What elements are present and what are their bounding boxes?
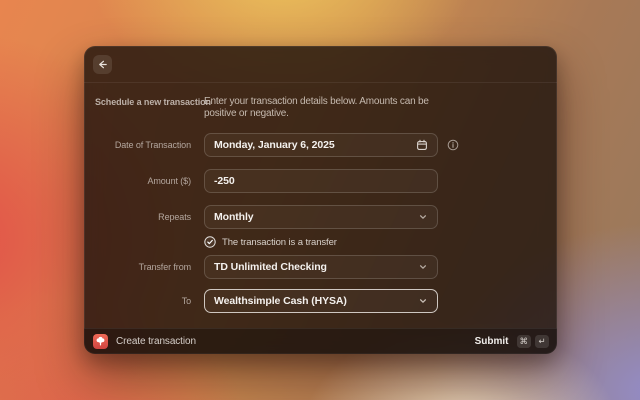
to-dropdown[interactable]: Wealthsimple Cash (HYSA) xyxy=(204,289,438,313)
date-label: Date of Transaction xyxy=(95,140,191,150)
enter-key[interactable]: ↵ xyxy=(535,335,549,348)
intro-row: Schedule a new transaction Enter your tr… xyxy=(95,96,557,120)
cmd-key[interactable]: ⌘ xyxy=(517,335,532,348)
transfer-from-row: Transfer from TD Unlimited Checking xyxy=(95,255,557,279)
form-content: Schedule a new transaction Enter your tr… xyxy=(84,83,557,328)
transfer-from-label: Transfer from xyxy=(95,262,191,272)
date-row: Date of Transaction Monday, January 6, 2… xyxy=(95,133,557,157)
submit-button[interactable]: Submit xyxy=(475,336,509,347)
checkbox-checked-icon xyxy=(204,236,216,248)
form-description: Enter your transaction details below. Am… xyxy=(204,96,438,120)
transfer-from-dropdown[interactable]: TD Unlimited Checking xyxy=(204,255,438,279)
chevron-down-icon xyxy=(418,262,428,272)
action-bar: Create transaction Submit ⌘ ↵ xyxy=(84,328,557,354)
form-title: Schedule a new transaction xyxy=(95,96,191,107)
date-input[interactable]: Monday, January 6, 2025 xyxy=(204,133,438,157)
calendar-icon xyxy=(416,139,428,151)
footer-left: Create transaction xyxy=(93,334,196,349)
info-icon[interactable] xyxy=(447,139,459,151)
amount-row: Amount ($) -250 xyxy=(95,169,557,193)
transfer-from-value: TD Unlimited Checking xyxy=(214,261,418,273)
footer-right: Submit ⌘ ↵ xyxy=(475,335,549,348)
transfer-checkbox-row: The transaction is a transfer xyxy=(95,236,557,248)
chevron-down-icon xyxy=(418,296,428,306)
app-icon xyxy=(93,334,108,349)
amount-value: -250 xyxy=(214,175,428,187)
to-label: To xyxy=(95,296,191,306)
dialog-header xyxy=(84,46,557,83)
to-row: To Wealthsimple Cash (HYSA) xyxy=(95,289,557,313)
transfer-checkbox[interactable]: The transaction is a transfer xyxy=(204,236,438,248)
to-value: Wealthsimple Cash (HYSA) xyxy=(214,295,418,307)
repeats-value: Monthly xyxy=(214,211,418,223)
footer-title: Create transaction xyxy=(116,336,196,347)
date-value: Monday, January 6, 2025 xyxy=(214,139,416,151)
repeats-label: Repeats xyxy=(95,212,191,222)
amount-label: Amount ($) xyxy=(95,176,191,186)
chevron-down-icon xyxy=(418,212,428,222)
arrow-left-icon xyxy=(97,59,108,70)
back-button[interactable] xyxy=(93,55,112,74)
transaction-dialog: Schedule a new transaction Enter your tr… xyxy=(84,46,557,354)
repeats-dropdown[interactable]: Monthly xyxy=(204,205,438,229)
transfer-checkbox-label: The transaction is a transfer xyxy=(222,237,337,248)
amount-input[interactable]: -250 xyxy=(204,169,438,193)
repeats-row: Repeats Monthly xyxy=(95,205,557,229)
